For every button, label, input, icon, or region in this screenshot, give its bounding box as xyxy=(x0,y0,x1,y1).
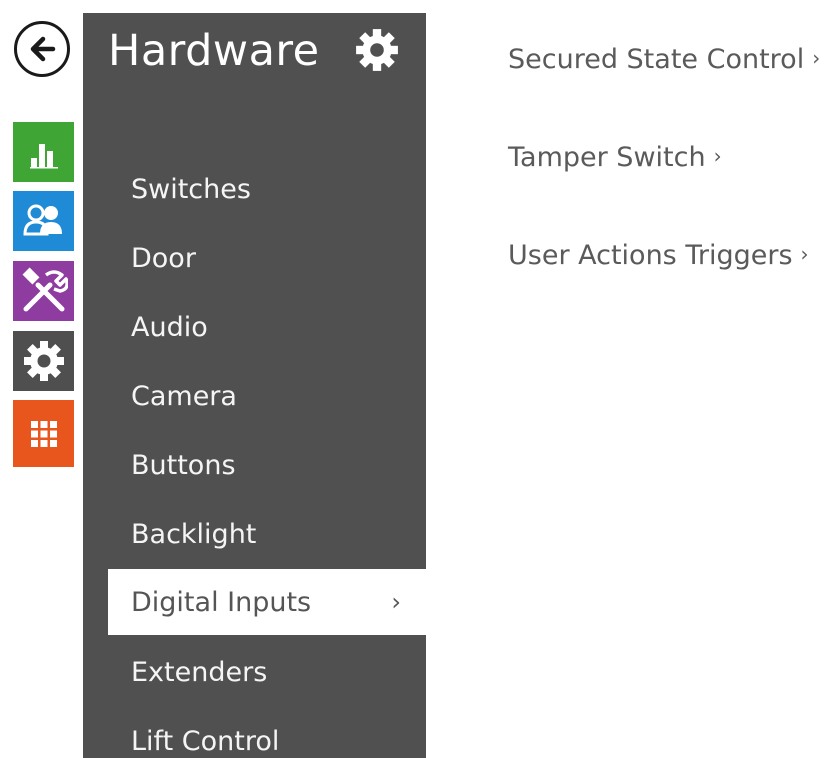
nav-tile-directory[interactable] xyxy=(13,191,74,251)
link-user-actions-triggers[interactable]: User Actions Triggers › xyxy=(508,240,809,271)
users-icon xyxy=(22,204,62,236)
sidebar-item-door[interactable]: Door xyxy=(83,228,426,288)
back-arrow-icon xyxy=(30,36,56,62)
sidebar-item-lift-control[interactable]: Lift Control xyxy=(83,711,426,758)
sidebar-item-label: Buttons xyxy=(131,449,236,481)
sidebar-item-label: Camera xyxy=(131,380,237,412)
gear-icon[interactable] xyxy=(354,27,400,73)
sidebar-item-backlight[interactable]: Backlight xyxy=(83,504,426,564)
gear-icon xyxy=(23,341,64,381)
bar-chart-icon xyxy=(29,144,58,169)
chevron-right-icon: › xyxy=(391,588,401,616)
nav-tile-services[interactable] xyxy=(13,261,74,321)
sidebar-item-label: Switches xyxy=(131,173,251,205)
grid-icon xyxy=(30,420,57,447)
sidebar-item-label: Door xyxy=(131,242,196,274)
chevron-right-icon: › xyxy=(812,46,821,70)
sidebar-item-audio[interactable]: Audio xyxy=(83,297,426,357)
sidebar-item-label: Audio xyxy=(131,311,208,343)
link-label: User Actions Triggers xyxy=(508,240,793,271)
tools-icon xyxy=(22,267,68,312)
link-label: Tamper Switch xyxy=(508,142,706,173)
nav-tile-hardware[interactable] xyxy=(13,331,74,391)
nav-tile-system[interactable] xyxy=(13,400,74,467)
sidebar-item-buttons[interactable]: Buttons xyxy=(83,435,426,495)
page: Hardware Switches Door Audio Camera Butt… xyxy=(0,0,827,758)
chevron-right-icon: › xyxy=(800,242,809,266)
chevron-right-icon: › xyxy=(713,144,722,168)
sidebar-item-label: Backlight xyxy=(131,518,257,550)
back-button[interactable] xyxy=(14,21,70,77)
link-secured-state-control[interactable]: Secured State Control › xyxy=(508,44,820,75)
sidebar-title: Hardware xyxy=(108,26,320,76)
sidebar-item-extenders[interactable]: Extenders xyxy=(83,642,426,702)
sidebar-item-switches[interactable]: Switches xyxy=(83,159,426,219)
link-label: Secured State Control xyxy=(508,44,805,75)
sidebar-item-label: Lift Control xyxy=(131,725,280,757)
sidebar: Hardware Switches Door Audio Camera Butt… xyxy=(83,13,426,758)
sidebar-item-label: Digital Inputs xyxy=(131,586,312,618)
nav-tile-status[interactable] xyxy=(13,122,74,182)
link-tamper-switch[interactable]: Tamper Switch › xyxy=(508,142,722,173)
sidebar-item-digital-inputs[interactable]: Digital Inputs › xyxy=(108,569,426,635)
sidebar-item-label: Extenders xyxy=(131,656,268,688)
sidebar-item-camera[interactable]: Camera xyxy=(83,366,426,426)
